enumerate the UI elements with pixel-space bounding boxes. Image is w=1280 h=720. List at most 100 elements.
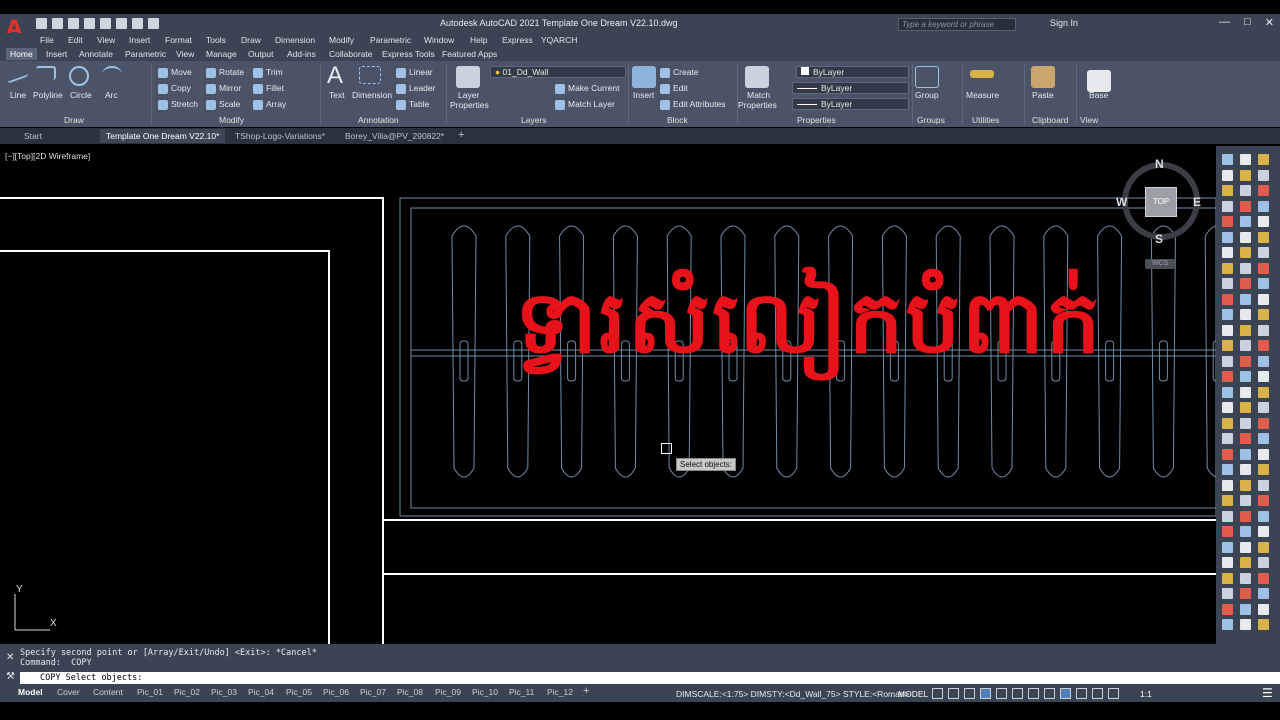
menu-dimension[interactable]: Dimension <box>275 35 315 45</box>
match-layer-button[interactable]: Match Layer <box>555 99 615 110</box>
insert-block-button[interactable]: Insert <box>633 90 654 100</box>
menu-view[interactable]: View <box>97 35 115 45</box>
palette-tool-icon[interactable] <box>1258 386 1269 398</box>
palette-tool-icon[interactable] <box>1240 510 1251 522</box>
undo-icon[interactable] <box>132 18 143 29</box>
palette-tool-icon[interactable] <box>1258 417 1269 429</box>
layout-tab-pic-02[interactable]: Pic_02 <box>174 687 200 697</box>
palette-tool-icon[interactable] <box>1222 216 1233 227</box>
palette-tool-icon[interactable] <box>1222 510 1233 522</box>
doc-tab-tshop[interactable]: TShop-Logo-Variations* <box>235 131 325 141</box>
circle-icon[interactable] <box>69 66 89 86</box>
palette-tool-icon[interactable] <box>1240 231 1251 243</box>
menu-format[interactable]: Format <box>165 35 192 45</box>
palette-tool-icon[interactable] <box>1258 200 1269 212</box>
layer-properties-icon[interactable] <box>456 66 480 88</box>
leader-button[interactable]: Leader <box>396 83 435 94</box>
scale-button[interactable]: Scale <box>206 99 240 110</box>
layout-tab-pic-04[interactable]: Pic_04 <box>248 687 274 697</box>
layout-tab-pic-07[interactable]: Pic_07 <box>360 687 386 697</box>
palette-tool-icon[interactable] <box>1258 231 1269 243</box>
create-block-button[interactable]: Create <box>660 67 699 78</box>
layout-tab-pic-03[interactable]: Pic_03 <box>211 687 237 697</box>
status-toggle-icon[interactable] <box>948 688 959 699</box>
menu-help[interactable]: Help <box>470 35 487 45</box>
base-view-icon[interactable] <box>1087 70 1111 92</box>
palette-tool-icon[interactable] <box>1222 464 1233 475</box>
palette-tool-icon[interactable] <box>1258 588 1269 599</box>
menu-window[interactable]: Window <box>424 35 454 45</box>
status-toggle-icon[interactable] <box>1108 688 1119 699</box>
palette-tool-icon[interactable] <box>1240 541 1251 553</box>
palette-tool-icon[interactable] <box>1222 588 1233 599</box>
palette-tool-icon[interactable] <box>1222 433 1233 444</box>
palette-tool-icon[interactable] <box>1258 371 1269 382</box>
palette-tool-icon[interactable] <box>1258 541 1269 553</box>
palette-tool-icon[interactable] <box>1240 495 1251 506</box>
viewport-controls-label[interactable]: [−][Top][2D Wireframe] <box>5 151 90 161</box>
status-toggle-icon[interactable] <box>1092 688 1103 699</box>
tab-parametric[interactable]: Parametric <box>125 49 166 59</box>
status-toggle-icon[interactable] <box>1028 688 1039 699</box>
compass-west[interactable]: W <box>1116 195 1127 209</box>
palette-tool-icon[interactable] <box>1258 309 1269 320</box>
palette-tool-icon[interactable] <box>1258 169 1269 181</box>
status-toggle-icon[interactable] <box>996 688 1007 699</box>
palette-tool-icon[interactable] <box>1222 448 1233 460</box>
linear-button[interactable]: Linear <box>396 67 433 78</box>
palette-tool-icon[interactable] <box>1222 541 1233 553</box>
tab-express-tools[interactable]: Express Tools <box>382 49 435 59</box>
layout-tab-cover[interactable]: Cover <box>57 687 80 697</box>
compass-north[interactable]: N <box>1155 157 1164 171</box>
palette-tool-icon[interactable] <box>1222 371 1233 382</box>
table-button[interactable]: Table <box>396 99 429 110</box>
palette-tool-icon[interactable] <box>1222 417 1233 429</box>
palette-tool-icon[interactable] <box>1258 603 1269 615</box>
new-tab-icon[interactable]: + <box>458 129 464 141</box>
stretch-button[interactable]: Stretch <box>158 99 198 110</box>
palette-tool-icon[interactable] <box>1222 355 1233 367</box>
array-button[interactable]: Array <box>253 99 286 110</box>
palette-tool-icon[interactable] <box>1258 402 1269 413</box>
base-view-button[interactable]: Base <box>1089 90 1108 100</box>
polyline-icon[interactable] <box>36 66 56 80</box>
status-toggle-icon[interactable] <box>980 688 991 699</box>
color-dropdown[interactable]: ByLayer <box>796 66 909 78</box>
palette-tool-icon[interactable] <box>1240 216 1251 227</box>
layout-tab-model[interactable]: Model <box>18 687 43 697</box>
dimension-icon[interactable] <box>359 66 381 84</box>
palette-tool-icon[interactable] <box>1240 402 1251 413</box>
copy-button[interactable]: Copy <box>158 83 191 94</box>
palette-tool-icon[interactable] <box>1240 386 1251 398</box>
compass-east[interactable]: E <box>1193 195 1201 209</box>
dimension-button[interactable]: Dimension <box>352 90 392 100</box>
palette-tool-icon[interactable] <box>1258 433 1269 444</box>
palette-tool-icon[interactable] <box>1240 169 1251 181</box>
layout-tab-pic-01[interactable]: Pic_01 <box>137 687 163 697</box>
tab-annotate[interactable]: Annotate <box>79 49 113 59</box>
layers-panel-title[interactable]: Layers <box>521 115 547 125</box>
search-input[interactable]: Type a keyword or phrase <box>898 18 1016 31</box>
maximize-icon[interactable]: □ <box>1244 16 1251 29</box>
menu-express[interactable]: Express <box>502 35 533 45</box>
edit-block-button[interactable]: Edit <box>660 83 688 94</box>
line-button[interactable]: Line <box>10 90 26 100</box>
palette-tool-icon[interactable] <box>1222 526 1233 537</box>
palette-tool-icon[interactable] <box>1258 293 1269 305</box>
palette-tool-icon[interactable] <box>1240 309 1251 320</box>
layout-tab-pic-05[interactable]: Pic_05 <box>286 687 312 697</box>
layout-tab-pic-08[interactable]: Pic_08 <box>397 687 423 697</box>
palette-tool-icon[interactable] <box>1222 169 1233 181</box>
save-as-icon[interactable] <box>84 18 95 29</box>
palette-tool-icon[interactable] <box>1240 619 1251 630</box>
palette-tool-icon[interactable] <box>1258 340 1269 351</box>
palette-tool-icon[interactable] <box>1222 309 1233 320</box>
circle-button[interactable]: Circle <box>70 90 92 100</box>
palette-tool-icon[interactable] <box>1258 247 1269 258</box>
menu-edit[interactable]: Edit <box>68 35 83 45</box>
layout-tab-pic-12[interactable]: Pic_12 <box>547 687 573 697</box>
palette-tool-icon[interactable] <box>1258 510 1269 522</box>
insert-block-icon[interactable] <box>632 66 656 88</box>
wcs-menu[interactable]: WCS <box>1145 259 1175 269</box>
palette-tool-icon[interactable] <box>1258 557 1269 568</box>
